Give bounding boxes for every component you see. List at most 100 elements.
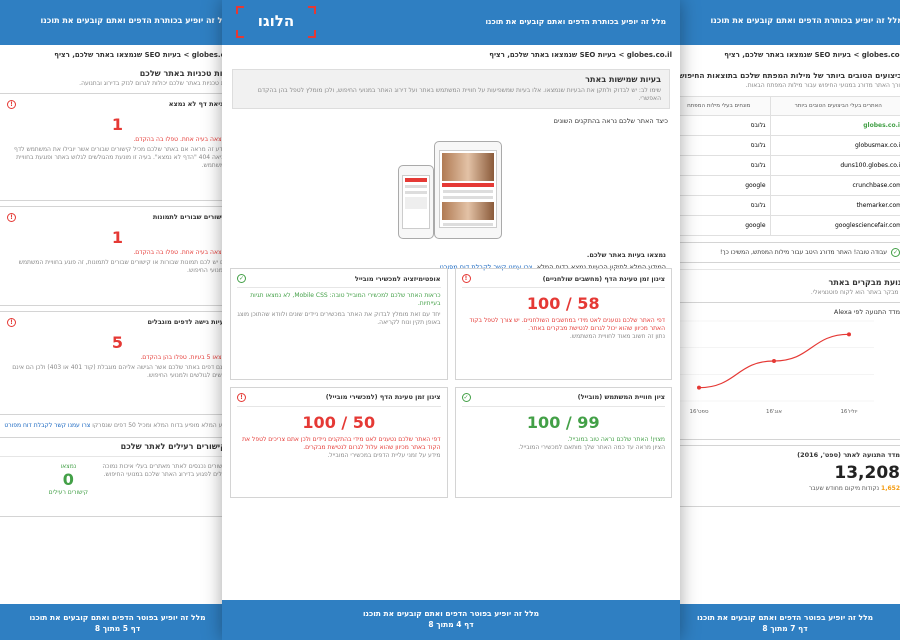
issue-box-broken-images: קישורים שבורים לתמונות! 1 נמצאה בעיה אחת… bbox=[0, 206, 237, 306]
card-green-text: מצוין! האתר שלכם נראה טוב במובייל. bbox=[567, 435, 665, 443]
links-desc: קישורים נכנסים לאתר מאתרים בעלי איכות נמ… bbox=[102, 463, 228, 478]
keywords-table: האתרים בעלי הביצועים הטובים ביותר מונחים… bbox=[667, 96, 900, 236]
header-text: מלל זה יופיע בכותרת הדפים ואתם קובעים את… bbox=[485, 17, 666, 26]
header-text: מלל זה יופיע בכותרת הדפים ואתם קובעים את… bbox=[40, 16, 233, 25]
section-title: בעיות שמישות באתר bbox=[585, 75, 661, 84]
breadcrumb-separator: > bbox=[618, 51, 625, 59]
issue-red-text: נמצאה בעיה אחת. טפלו בה בהקדם. bbox=[133, 249, 228, 256]
usability-section: בעיות שמישות באתר שימו לב: יש לבדוק ולתק… bbox=[232, 69, 670, 109]
issue-desc: אם יש לכם תמונות שבורות או קישורים שבורי… bbox=[18, 259, 228, 274]
breadcrumb: globes.co.il > בעיות SEO שנמצאו באתר שלכ… bbox=[0, 45, 245, 65]
page-header-band: הלוגו שלכם מלל זה יופיע בכותרת הדפים ואת… bbox=[222, 0, 680, 60]
good-job-text: עבודה טובה! האתר מדורג היטב עבור מילות ה… bbox=[720, 249, 887, 256]
card-desc: הציון מראה עד כמה האתר שלך מותאם למכשירי… bbox=[518, 443, 665, 451]
breadcrumb-rest: בעיות SEO שנמצאו באתר שלכם, רציף bbox=[489, 51, 617, 59]
links-title: קישורים רעילים לאתר שלכם bbox=[0, 438, 236, 457]
tablet-preview bbox=[434, 141, 502, 239]
report-page-left: מלל זה יופיע בכותרת הדפים ואתם קובעים את… bbox=[0, 0, 245, 640]
mobile-cards-grid: צינון זמן טעינת הדף (מחשבים שולחניים)! 1… bbox=[230, 268, 672, 498]
toxic-links-box: קישורים רעילים לאתר שלכם קישורים נכנסים … bbox=[0, 437, 237, 517]
card-red-text: דפי האתר שלכם נטענים לאט מידי בהתקנים ני… bbox=[242, 435, 441, 451]
breadcrumb-site: globes.co.il bbox=[861, 51, 900, 59]
card-desc: מידע על זמני עליית הדפים במכשירי המובייל… bbox=[327, 451, 441, 459]
devices-caption: כיצד האתר שלכם נראה בהתקנים השונים bbox=[553, 117, 668, 125]
page-footer-band: מלל זה יופיע בפוטר הדפים ואתם קובעים את … bbox=[655, 604, 900, 640]
card-desc: יחד עם זאת מומלץ לבדוק את האתר במכשירים … bbox=[237, 311, 441, 326]
warning-icon: ! bbox=[461, 274, 471, 283]
page-footer-band: מלל זה יופיע בפוטר הדפים ואתם קובעים את … bbox=[222, 600, 680, 640]
phone-preview bbox=[398, 165, 434, 239]
issue-red-text: נמצאו 5 בעיות. טפלו בהן בהקדם. bbox=[140, 354, 228, 361]
x-tick-label: אוג'16 bbox=[766, 409, 782, 415]
rank-box: מדד התנועה לאתר (ספט', 2016) 13,208 1,65… bbox=[663, 445, 900, 507]
contact-link[interactable]: צרו עמנו קשר לקבלת דוח מפורט bbox=[4, 422, 90, 429]
card-green-text: כראות האתר שלכם למכשירי המובייל טובה: Mo… bbox=[250, 292, 441, 307]
footer-text: מלל זה יופיע בפוטר הדפים ואתם קובעים את … bbox=[29, 613, 206, 622]
issue-red-text: נמצאה בעיה אחת. טפלו בה בהקדם. bbox=[133, 136, 228, 143]
page-header-band: מלל זה יופיע בכותרת הדפים ואתם קובעים את… bbox=[655, 0, 900, 45]
section-desc: שימו לב: יש לבדוק ולתקן את הבעיות שנמצאו… bbox=[257, 87, 661, 102]
col-keyword: מונחים בעלי מילות המפתח bbox=[667, 96, 771, 116]
full-info-text: המידע המלא מופיע בדוח המלא ומכיל 50 דפים… bbox=[4, 422, 235, 429]
x-tick-label: ספט'16 bbox=[689, 409, 709, 415]
warning-icon: ! bbox=[7, 318, 16, 327]
issue-count: 1 bbox=[111, 228, 124, 247]
page-footer-band: מלל זה יופיע בפוטר הדפים ואתם קובעים את … bbox=[0, 604, 245, 640]
table-row: globusmax.co.il גלובס bbox=[667, 135, 900, 156]
header-text: מלל זה יופיע בכותרת הדפים ואתם קובעים את… bbox=[710, 16, 900, 25]
breadcrumb-separator: > bbox=[853, 51, 860, 59]
found-issues: נמצאו בעיות באתר שלכם. bbox=[586, 251, 666, 259]
table-row: googlesciencefair.com google bbox=[667, 215, 900, 236]
links-count: 0 bbox=[62, 470, 74, 489]
rank-value: 13,208 bbox=[834, 463, 900, 483]
card-score: 100 / 50 bbox=[302, 412, 376, 432]
card-mobile-optimization: אופטימיזציה למכשירי מובייל ✓ כראות האתר ש… bbox=[230, 268, 448, 380]
footer-pages: דף 5 מתוך 8 bbox=[94, 624, 141, 633]
issue-count: 5 bbox=[111, 333, 124, 352]
section-title: בעיות טכניות באתר שלכם bbox=[139, 69, 235, 78]
alexa-title: מדד התנועה לפי Alexa bbox=[833, 308, 900, 316]
col-site: האתרים בעלי הביצועים הטובים ביותר bbox=[769, 96, 900, 116]
breadcrumb-rest: בעיות SEO שנמצאו באתר שלכם, רציף bbox=[724, 51, 852, 59]
card-desktop-speed: צינון זמן טעינת הדף (מחשבים שולחניים)! 1… bbox=[454, 268, 672, 380]
good-job-box: ✓ עבודה טובה! האתר מדורג היטב עבור מילות… bbox=[663, 242, 900, 263]
card-mobile-speed: צינון זמן טעינת הדף (למכשירי מובייל)! 10… bbox=[230, 386, 448, 498]
footer-pages: דף 4 מתוך 8 bbox=[428, 620, 474, 629]
section-desc: לצורך האתר מדורג במנועי החיפוש עבור מילו… bbox=[745, 82, 900, 89]
card-desc: נתון זה חשוב מאוד לחוויית המשתמש. bbox=[569, 333, 665, 340]
footer-text: מלל זה יופיע בפוטר הדפים ואתם קובעים את … bbox=[696, 613, 874, 622]
logo-text: הלוגו שלכם bbox=[256, 12, 296, 60]
data-point bbox=[847, 332, 851, 337]
issue-desc: ישנם דפים באתר שלכם אשר הגישה אליהם מוגב… bbox=[12, 364, 228, 379]
footer-pages: דף 7 מתוך 8 bbox=[762, 624, 808, 633]
data-point bbox=[772, 359, 776, 363]
issue-title: קישורים שבורים לתמונות bbox=[152, 213, 228, 221]
breadcrumb-site: globes.co.il bbox=[626, 51, 672, 59]
issue-box-restricted: בעיות גישה לדפים מוגבלים! 5 נמצאו 5 בעיו… bbox=[0, 311, 237, 415]
rank-title: מדד התנועה לאתר (ספט', 2016) bbox=[797, 451, 900, 459]
breadcrumb-rest: בעיות SEO שנמצאו באתר שלכם, רציף bbox=[54, 51, 182, 59]
logo: הלוגו שלכם bbox=[236, 6, 316, 60]
check-icon: ✓ bbox=[237, 274, 246, 283]
table-row: themarker.com גלובס bbox=[667, 195, 900, 216]
breadcrumb-separator: > bbox=[183, 51, 190, 59]
rank-change: 1,652 נקודות מיקום מחודש שעבר bbox=[670, 485, 900, 492]
page-header-band: מלל זה יופיע בכותרת הדפים ואתם קובעים את… bbox=[0, 0, 245, 45]
traffic-title: תנועת מבקרים באתר bbox=[655, 269, 900, 289]
table-row: crunchbase.com google bbox=[667, 175, 900, 196]
breadcrumb: globes.co.il > בעיות SEO שנמצאו באתר שלכ… bbox=[655, 45, 900, 65]
warning-icon: ! bbox=[7, 100, 16, 109]
card-score: 100 / 58 bbox=[526, 294, 600, 313]
links-label: קישורים רעילים bbox=[48, 489, 88, 496]
data-point bbox=[697, 385, 701, 390]
table-header-row: האתרים בעלי הביצועים הטובים ביותר מונחים… bbox=[667, 96, 900, 116]
card-score: 100 / 99 bbox=[526, 412, 600, 432]
card-red-text: דפי האתר שלכם נטענים לאט מידי במחשבים הש… bbox=[469, 317, 665, 332]
check-icon: ✓ bbox=[461, 392, 471, 402]
report-page-right: מלל זה יופיע בכותרת הדפים ואתם קובעים את… bbox=[655, 0, 900, 640]
warning-icon: ! bbox=[7, 213, 16, 222]
issue-title: שגיאת דף לא נמצא bbox=[168, 100, 228, 108]
check-icon: ✓ bbox=[891, 248, 900, 257]
issue-desc: מידע זה מראה אם באתר שלכם מכיל קישורים ש… bbox=[14, 146, 228, 169]
report-page-center: הלוגו שלכם מלל זה יופיע בכותרת הדפים ואת… bbox=[222, 0, 680, 640]
